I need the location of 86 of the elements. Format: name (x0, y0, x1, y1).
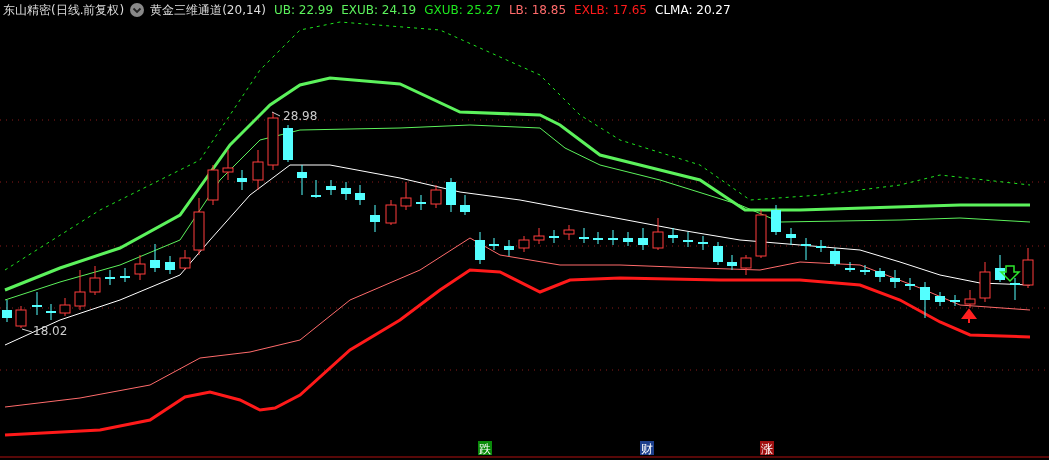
candlestick (460, 194, 470, 216)
candlestick (283, 124, 293, 163)
candlestick (1010, 277, 1020, 301)
finance-marker[interactable]: 财 (640, 441, 654, 456)
candlestick (297, 164, 307, 196)
candlestick (222, 149, 234, 181)
candlestick (964, 289, 976, 309)
candlestick (979, 261, 991, 303)
candlestick (2, 299, 12, 323)
candlestick (193, 197, 205, 256)
stock-title: 东山精密(日线.前复权) (3, 1, 125, 19)
candlestick (549, 229, 559, 244)
candlestick (252, 149, 264, 191)
legend-value: CLMA: 20.27 (655, 3, 731, 17)
candlestick (935, 291, 945, 307)
rise-marker[interactable]: 涨 (760, 441, 774, 456)
legend-value: EXLB: 17.65 (574, 3, 647, 17)
candlestick (533, 227, 545, 245)
candlestick (311, 179, 321, 199)
candlestick (237, 169, 247, 191)
candlestick (446, 177, 456, 213)
candlestick (150, 243, 160, 273)
candlestick (995, 254, 1005, 283)
candlestick (165, 255, 175, 275)
candlestick (875, 267, 885, 283)
candlestick (652, 217, 664, 251)
candlestick (74, 269, 86, 311)
legend-value: LB: 18.85 (508, 3, 567, 17)
candlestick (727, 254, 737, 271)
candlestick (59, 297, 71, 317)
candlestick (326, 179, 336, 196)
legend-value: UB: 22.99 (273, 3, 334, 17)
candlestick (698, 235, 708, 251)
candlestick (683, 231, 693, 248)
candlestick (355, 184, 365, 206)
candlestick (950, 294, 960, 307)
candlestick (623, 231, 633, 247)
candlestick (638, 227, 648, 251)
candlestick (504, 239, 514, 257)
candlestick (179, 249, 191, 271)
indicator-name: 黄金三维通道(20,14) (150, 1, 266, 19)
low-price-label: 18.02 (21, 324, 68, 338)
down-arrow-icon (999, 265, 1021, 283)
candlestick (32, 291, 42, 316)
candlestick (341, 181, 351, 201)
candlestick (668, 227, 678, 244)
candlestick (120, 267, 130, 283)
legend-value: GXUB: 25.27 (424, 3, 501, 17)
legend-value: EXUB: 24.19 (341, 3, 417, 17)
candlestick (1022, 247, 1034, 289)
candlestick (15, 305, 27, 329)
high-price-label: 28.98 (271, 109, 318, 123)
candlestick (905, 277, 915, 291)
candlestick (771, 204, 781, 236)
candlestick (207, 164, 219, 206)
candlestick (755, 209, 767, 259)
candlestick (267, 111, 279, 171)
fall-marker[interactable]: 跌 (478, 441, 492, 456)
candlestick (845, 261, 855, 273)
candlestick (89, 265, 101, 296)
candlestick (430, 184, 442, 209)
dropdown-icon[interactable] (130, 3, 145, 17)
candlestick (489, 237, 499, 251)
candlestick (46, 303, 56, 321)
candlestick (890, 269, 900, 289)
candlestick (563, 224, 575, 241)
candlestick (134, 254, 146, 281)
candlestick (385, 199, 397, 226)
candlestick (593, 231, 603, 245)
candlestick (920, 281, 930, 319)
candlestick (105, 269, 115, 286)
candlestick (786, 227, 796, 246)
up-arrow-icon (961, 308, 977, 324)
candlestick (860, 264, 870, 276)
candlestick (830, 247, 840, 267)
candlestick (579, 227, 589, 244)
candlestick (740, 254, 752, 276)
candlestick (400, 181, 412, 211)
candlestick (518, 235, 530, 253)
candlestick (416, 194, 426, 211)
candlestick (608, 229, 618, 246)
candlestick (475, 231, 485, 265)
candlestick (370, 204, 380, 233)
candlestick (713, 241, 723, 266)
candlestick (816, 239, 826, 253)
candlestick (801, 237, 811, 261)
